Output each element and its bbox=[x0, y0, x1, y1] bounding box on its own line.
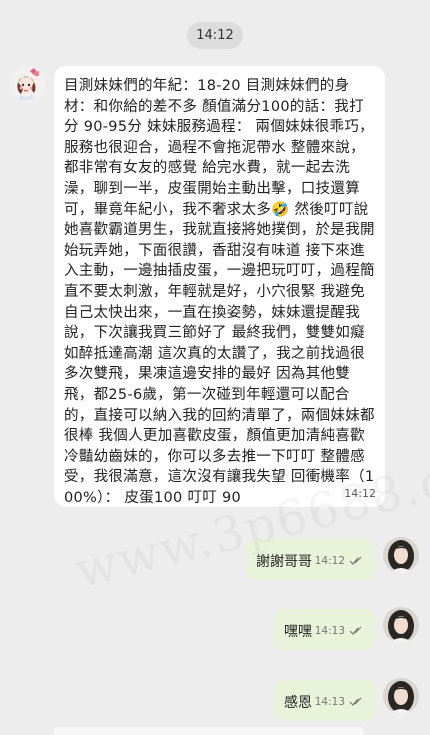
portrait-avatar-icon bbox=[383, 537, 419, 573]
double-check-icon bbox=[349, 697, 362, 706]
outgoing-message-time: 14:13 bbox=[314, 625, 345, 637]
date-separator: 14:12 bbox=[187, 22, 243, 49]
outgoing-message-time: 14:13 bbox=[314, 696, 345, 708]
outgoing-message-bubble[interactable]: 感恩 14:13 bbox=[274, 680, 375, 721]
outgoing-message-text: 嘿嘿 bbox=[284, 624, 312, 640]
incoming-message-text: 目測妹妹們的年紀：18-20 目測妹妹們的身材：和你給的差不多 顏值滿分100的… bbox=[64, 78, 375, 506]
portrait-avatar-icon bbox=[383, 607, 419, 643]
cartoon-avatar-icon bbox=[10, 66, 46, 102]
portrait-avatar-icon bbox=[383, 678, 419, 714]
outgoing-message-bubble[interactable]: 謝謝哥哥 14:12 bbox=[246, 539, 375, 580]
outgoing-message-text: 感恩 bbox=[284, 695, 312, 711]
sender-avatar[interactable] bbox=[10, 66, 46, 102]
outgoing-message-text: 謝謝哥哥 bbox=[256, 554, 312, 570]
incoming-message-bubble[interactable]: 目測妹妹們的年紀：18-20 目測妹妹們的身材：和你給的差不多 顏值滿分100的… bbox=[54, 66, 385, 507]
outgoing-message-bubble[interactable]: 嘿嘿 14:13 bbox=[274, 609, 375, 650]
user-avatar[interactable] bbox=[383, 678, 419, 714]
double-check-icon bbox=[349, 556, 362, 565]
incoming-message-time: 14:12 bbox=[344, 487, 376, 500]
user-avatar[interactable] bbox=[383, 607, 419, 643]
user-avatar[interactable] bbox=[383, 537, 419, 573]
outgoing-message-time: 14:12 bbox=[314, 555, 345, 567]
next-message-edge bbox=[54, 727, 364, 735]
double-check-icon bbox=[349, 626, 362, 635]
